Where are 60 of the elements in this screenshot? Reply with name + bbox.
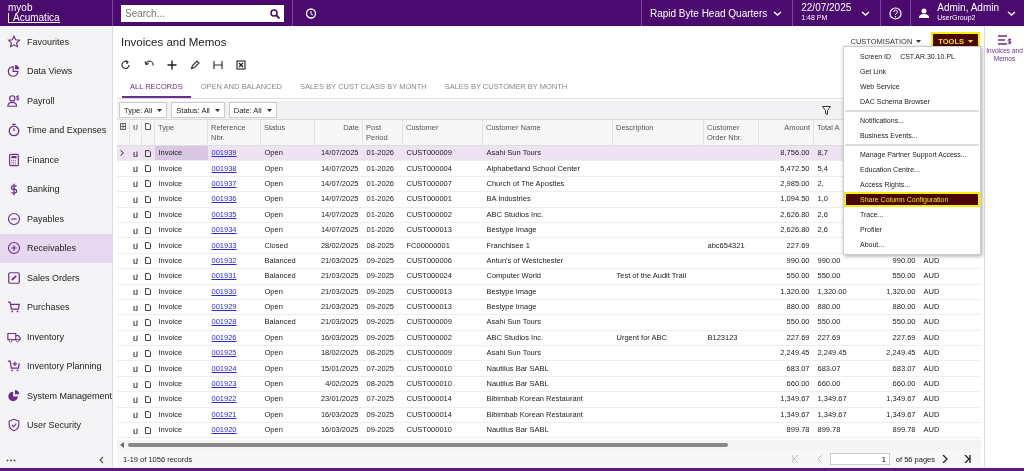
- minus-circle-icon: [7, 211, 21, 226]
- list-dollar-icon: [997, 35, 1012, 46]
- sidebar-item[interactable]: Favourites: [0, 27, 112, 57]
- caret-down-icon: [916, 39, 922, 43]
- sidebar-item[interactable]: Payables: [0, 204, 112, 234]
- more-icon[interactable]: [6, 458, 16, 462]
- sidebar-item[interactable]: Payroll: [0, 86, 112, 116]
- sidebar-item[interactable]: Inventory: [0, 322, 112, 352]
- caret-down-icon: [968, 39, 973, 43]
- last-page-icon[interactable]: [964, 455, 971, 463]
- document-icon: [145, 123, 151, 130]
- star-icon: [7, 34, 21, 49]
- user-icon: [919, 8, 930, 18]
- edit-square-icon: [7, 270, 21, 285]
- sidebar-item[interactable]: Time and Expenses: [0, 115, 112, 145]
- pencil-icon[interactable]: [190, 60, 200, 70]
- sidebar-item[interactable]: Finance: [0, 145, 112, 175]
- caret-down-icon: [266, 108, 272, 112]
- logo-text: Acumatica: [8, 13, 60, 23]
- page-title: Invoices and Memos: [121, 35, 228, 48]
- search-field[interactable]: Search...: [121, 4, 284, 22]
- refresh-icon[interactable]: [121, 60, 131, 70]
- sidebar-item[interactable]: Receivables: [0, 233, 112, 263]
- sidebar-item[interactable]: Purchases: [0, 292, 112, 322]
- history-icon[interactable]: [305, 7, 317, 19]
- sidebar-item[interactable]: Banking: [0, 174, 112, 204]
- sidebar-item[interactable]: Sales Orders: [0, 263, 112, 293]
- sidebar-item[interactable]: Data Views: [0, 56, 112, 86]
- excel-export-icon[interactable]: [236, 60, 246, 70]
- cart-icon: [7, 300, 21, 315]
- plus-circle-icon: [7, 241, 21, 256]
- sidebar-item[interactable]: User Security: [0, 410, 112, 440]
- logo-text: myob: [8, 3, 33, 13]
- caret-down-icon: [214, 108, 220, 112]
- chevron-down-icon: [861, 9, 871, 17]
- chevron-down-icon: [773, 9, 783, 17]
- next-page-icon[interactable]: [941, 455, 948, 463]
- sidebar-item[interactable]: Inventory Planning: [0, 351, 112, 381]
- help-icon[interactable]: [889, 6, 903, 20]
- people-dollar-icon: [7, 93, 21, 108]
- chevron-down-icon: [1007, 9, 1016, 17]
- collapse-icon[interactable]: [99, 456, 104, 464]
- branch-selector[interactable]: Rapid Byte Head Quarters: [640, 0, 793, 26]
- document-icon[interactable]: [144, 319, 151, 326]
- fit-width-icon[interactable]: [213, 60, 223, 70]
- scroll-left-icon[interactable]: [120, 442, 125, 448]
- column-settings-icon[interactable]: [120, 123, 126, 130]
- pie-chart-icon: [7, 388, 21, 403]
- search-icon: [270, 8, 280, 19]
- stopwatch-icon: [7, 123, 21, 138]
- scrollbar-thumb[interactable]: [128, 443, 728, 447]
- cart-plus-icon: [7, 359, 21, 374]
- sidebar-item[interactable]: System Management: [0, 381, 112, 411]
- filter-icon[interactable]: [822, 105, 831, 115]
- row-pointer-icon: [120, 150, 124, 157]
- add-icon[interactable]: [167, 60, 177, 70]
- shield-check-icon: [7, 418, 21, 433]
- calculator-icon: [7, 152, 21, 167]
- caret-down-icon: [157, 108, 163, 112]
- pie-chart-icon: [7, 64, 21, 79]
